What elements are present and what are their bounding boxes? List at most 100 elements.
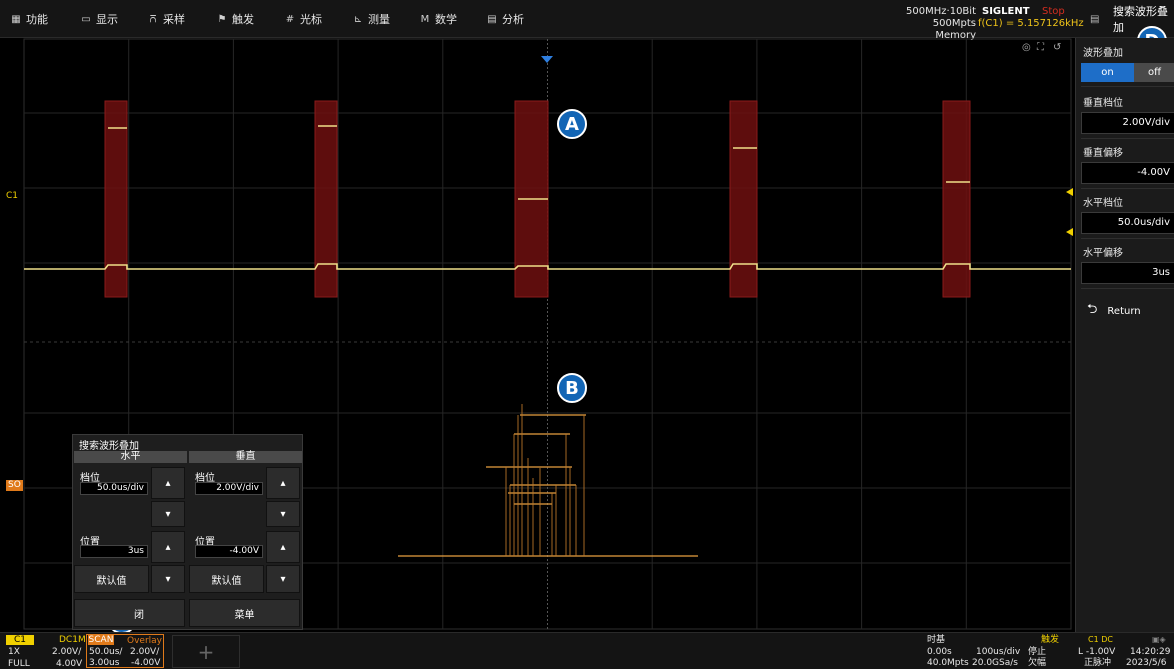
v-scale-dialog-input[interactable]: 2.00V/div bbox=[195, 482, 263, 495]
menu-cursor[interactable]: # 光标 bbox=[284, 0, 322, 38]
brand-label: SIGLENT bbox=[982, 6, 1030, 17]
menu-function-label: 功能 bbox=[26, 13, 48, 26]
scan-position: 3.00us bbox=[89, 658, 120, 668]
trigger-level-marker bbox=[1066, 228, 1073, 236]
trigger-polarity: 正脉冲 bbox=[1084, 658, 1112, 668]
c1-tag: C1 bbox=[6, 635, 34, 645]
v-scale-label: 垂直档位 bbox=[1083, 98, 1123, 109]
menu-trigger-label: 触发 bbox=[232, 13, 254, 26]
top-menu-bar: ▦ 功能 ▭ 显示 ⩃ 采样 ⚑ 触发 # 光标 ⊾ 测量 M 数学 ▤ 分析 500MHz·1… bbox=[0, 0, 1174, 41]
trigger-source: C1 DC bbox=[1088, 635, 1113, 644]
rotate-icon: ↺ bbox=[1053, 42, 1061, 53]
h-pos-dialog-input[interactable]: 3us bbox=[80, 545, 148, 558]
overlay-on-button[interactable]: on bbox=[1081, 63, 1134, 82]
scan-v-offset: -4.00V bbox=[131, 658, 161, 668]
c1-bandwidth: FULL bbox=[8, 659, 30, 669]
v-scale-field[interactable]: 2.00V/div bbox=[1081, 112, 1174, 134]
panel-divider bbox=[1081, 188, 1174, 189]
chevron-down-icon: ▾ bbox=[280, 508, 286, 520]
clock: ▣◈ 14:20:29 2023/5/6 bbox=[1122, 635, 1174, 668]
h-scale-up-button[interactable]: ▴ bbox=[151, 467, 185, 499]
h-scale-field[interactable]: 50.0us/div bbox=[1081, 212, 1174, 234]
menu-button[interactable]: 菜单 bbox=[189, 599, 300, 627]
v-pos-dialog-input[interactable]: -4.00V bbox=[195, 545, 263, 558]
horizontal-column-header: 水平 bbox=[74, 451, 187, 463]
menu-math[interactable]: M 数学 bbox=[419, 0, 457, 38]
bottom-status-bar: C1 DC1M 1X 2.00V/ FULL 4.00V SCAN Overla… bbox=[0, 632, 1174, 669]
menu-acquire[interactable]: ⩃ 采样 bbox=[147, 0, 186, 38]
c1-level-marker bbox=[1066, 188, 1073, 196]
measure-icon: ⊾ bbox=[353, 13, 363, 25]
h-pos-up-button[interactable]: ▴ bbox=[151, 531, 185, 563]
dialog-title: 搜索波形叠加 bbox=[79, 441, 139, 452]
v-pos-up-button[interactable]: ▴ bbox=[266, 531, 300, 563]
h-offset-label: 水平偏移 bbox=[1083, 248, 1123, 259]
chevron-up-icon: ▴ bbox=[165, 477, 171, 489]
v-default-button[interactable]: 默认值 bbox=[189, 565, 264, 593]
v-scale-up-button[interactable]: ▴ bbox=[266, 467, 300, 499]
so-channel-marker[interactable]: SO bbox=[6, 480, 23, 491]
trigger-info[interactable]: 触发 停止 欠幅 bbox=[1026, 635, 1076, 668]
frequency-readout: f(C1) = 5.157126kHz bbox=[978, 18, 1084, 29]
v-pos-down-button[interactable]: ▾ bbox=[266, 565, 300, 593]
cursor-icon: # bbox=[285, 13, 295, 25]
spec-bandwidth: 500MHz·10Bit bbox=[906, 6, 976, 17]
clock-time: 14:20:29 bbox=[1130, 647, 1171, 657]
scan-tag: SCAN bbox=[88, 635, 114, 645]
spec-info: 500MHz·10Bit 500Mpts Memory bbox=[896, 6, 976, 42]
c1-coupling: DC1M bbox=[59, 635, 86, 645]
panel-divider bbox=[1081, 288, 1174, 289]
h-scale-label: 水平档位 bbox=[1083, 198, 1123, 209]
h-scale-dialog-input[interactable]: 50.0us/div bbox=[80, 482, 148, 495]
chevron-down-icon: ▾ bbox=[165, 573, 171, 585]
chevron-up-icon: ▴ bbox=[280, 477, 286, 489]
menu-measure[interactable]: ⊾ 测量 bbox=[352, 0, 390, 38]
v-offset-field[interactable]: -4.00V bbox=[1081, 162, 1174, 184]
menu-function[interactable]: ▦ 功能 bbox=[10, 0, 48, 38]
vertical-column-header: 垂直 bbox=[189, 451, 302, 463]
add-channel-slot[interactable]: + bbox=[172, 635, 240, 668]
trigger-title: 触发 bbox=[1041, 635, 1060, 645]
analysis-icon: ▤ bbox=[487, 13, 497, 25]
chevron-up-icon: ▴ bbox=[165, 541, 171, 553]
status-icons: ▣◈ bbox=[1152, 635, 1166, 644]
scan-v-scale: 2.00V/ bbox=[130, 647, 160, 657]
timebase-title: 时基 bbox=[927, 635, 946, 645]
run-state[interactable]: Stop bbox=[1042, 6, 1065, 17]
c1-info[interactable]: C1 DC1M 1X 2.00V/ FULL 4.00V bbox=[4, 635, 86, 669]
scan-h-scale: 50.0us/ bbox=[89, 647, 123, 657]
menu-analysis[interactable]: ▤ 分析 bbox=[486, 0, 524, 38]
h-pos-down-button[interactable]: ▾ bbox=[151, 565, 185, 593]
c1-channel-marker[interactable]: C1 bbox=[6, 191, 18, 201]
menu-trigger[interactable]: ⚑ 触发 bbox=[216, 0, 254, 38]
menu-display[interactable]: ▭ 显示 bbox=[80, 0, 118, 38]
plus-icon: + bbox=[197, 639, 215, 664]
v-scale-down-button[interactable]: ▾ bbox=[266, 501, 300, 527]
h-offset-field[interactable]: 3us bbox=[1081, 262, 1174, 284]
menu-measure-label: 测量 bbox=[368, 13, 390, 26]
h-default-button[interactable]: 默认值 bbox=[74, 565, 149, 593]
search-event-2 bbox=[314, 100, 338, 298]
close-button[interactable]: 闭 bbox=[74, 599, 185, 627]
scan-mode: Overlay bbox=[127, 636, 162, 646]
document-icon: ▤ bbox=[1090, 13, 1100, 25]
trigger-source-info[interactable]: C1 DC L -1.00V 正脉冲 bbox=[1076, 635, 1120, 668]
scan-info[interactable]: SCAN Overlay 50.0us/ 2.00V/ 3.00us -4.00… bbox=[86, 634, 164, 668]
menu-math-label: 数学 bbox=[435, 13, 457, 26]
return-button[interactable]: ⮌ Return bbox=[1081, 300, 1174, 322]
search-overlay-dialog: 搜索波形叠加 水平 垂直 档位 50.0us/div ▴ 档位 2.00V/di… bbox=[72, 434, 303, 630]
display-icon: ▭ bbox=[81, 13, 91, 25]
right-control-panel: 波形叠加 on off 垂直档位 2.00V/div 垂直偏移 -4.00V 水… bbox=[1075, 38, 1174, 632]
acquire-icon: ⩃ bbox=[149, 13, 157, 25]
search-event-4 bbox=[729, 100, 758, 298]
return-label: Return bbox=[1107, 305, 1141, 317]
overlay-off-button[interactable]: off bbox=[1134, 63, 1174, 82]
return-icon: ⮌ bbox=[1087, 302, 1098, 317]
chevron-up-icon: ▴ bbox=[280, 541, 286, 553]
math-icon: M bbox=[420, 13, 430, 25]
trigger-type: 欠幅 bbox=[1028, 658, 1047, 668]
timebase-info[interactable]: 时基 0.00s 100us/div 40.0Mpts 20.0GSa/s bbox=[924, 635, 1024, 668]
panel-divider bbox=[1081, 138, 1174, 139]
trigger-position-marker bbox=[541, 56, 553, 63]
h-scale-down-button[interactable]: ▾ bbox=[151, 501, 185, 527]
